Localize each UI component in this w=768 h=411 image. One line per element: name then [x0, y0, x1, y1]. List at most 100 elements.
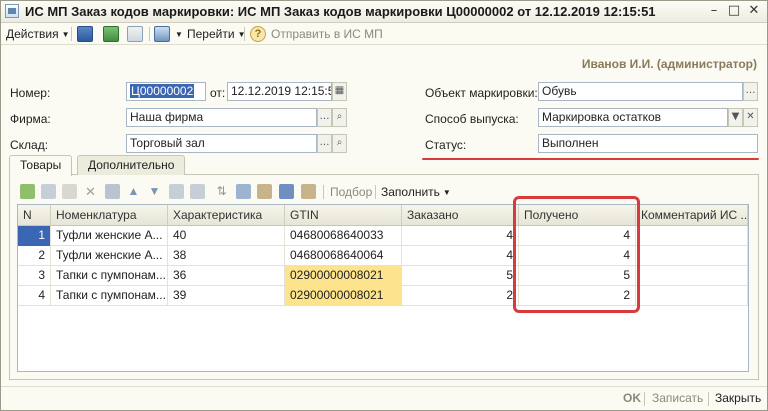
- firm-label: Фирма:: [10, 112, 51, 126]
- save-close-icon[interactable]: [77, 26, 93, 42]
- move-up-icon[interactable]: ▲: [126, 184, 141, 199]
- object-label: Объект маркировки:: [425, 86, 538, 100]
- warehouse-field[interactable]: Торговый зал: [126, 134, 317, 153]
- chevron-down-icon: ▼: [442, 188, 451, 197]
- refresh-icon[interactable]: [103, 26, 119, 42]
- copy-row-icon[interactable]: [41, 184, 56, 199]
- minimize-icon[interactable]: –: [705, 3, 723, 19]
- select-icon[interactable]: …: [743, 82, 758, 101]
- cell-gtin: 04680068640033: [285, 226, 402, 246]
- clear-icon[interactable]: ✕: [743, 108, 758, 127]
- copy-document-icon[interactable]: [127, 26, 143, 42]
- selection-button[interactable]: Подбор: [330, 184, 372, 200]
- column-header-ordered[interactable]: Заказано: [402, 205, 519, 226]
- date-field[interactable]: 12.12.2019 12:15:51: [227, 82, 332, 101]
- maximize-icon[interactable]: □: [725, 3, 743, 19]
- cell-gtin: 04680068640064: [285, 246, 402, 266]
- toolbar-divider: [71, 27, 72, 41]
- cell-ordered: 4: [402, 246, 519, 266]
- cell-ordered: 5: [402, 266, 519, 286]
- end-edit-icon[interactable]: [105, 184, 120, 199]
- toolbar-divider: [323, 185, 324, 199]
- column-header-comment[interactable]: Комментарий ИС ...: [636, 205, 748, 226]
- document-window: ИС МП Заказ кодов маркировки: ИС МП Зака…: [0, 0, 768, 411]
- cell-nomenclature: Тапки с пумпонам...: [51, 266, 168, 286]
- cell-comment: [636, 266, 748, 286]
- move-down-icon[interactable]: ▼: [147, 184, 162, 199]
- tab-additional[interactable]: Дополнительно: [77, 155, 186, 175]
- window-title: ИС МП Заказ кодов маркировки: ИС МП Зака…: [25, 4, 656, 19]
- toolbar-divider: [708, 392, 709, 406]
- send-to-is-mp-button[interactable]: Отправить в ИС МП: [271, 26, 383, 42]
- add-row-icon[interactable]: [20, 184, 35, 199]
- cell-characteristic: 38: [168, 246, 285, 266]
- select-icon[interactable]: …: [317, 108, 332, 127]
- annotation-underline: [422, 158, 759, 160]
- actions-menu[interactable]: Действия ▼: [6, 26, 70, 42]
- cell-characteristic: 39: [168, 286, 285, 306]
- close-button[interactable]: Закрыть: [715, 391, 761, 405]
- method-label: Способ выпуска:: [425, 112, 519, 126]
- based-on-icon[interactable]: [154, 26, 170, 42]
- warehouse-label: Склад:: [10, 138, 49, 152]
- object-field[interactable]: Обувь: [538, 82, 743, 101]
- bottom-bar: OK Записать Закрыть: [1, 386, 767, 410]
- cell-ordered: 2: [402, 286, 519, 306]
- column-header-n[interactable]: N: [18, 205, 51, 226]
- paste-icon[interactable]: [257, 184, 272, 199]
- cell-gtin: 02900000008021: [285, 266, 402, 286]
- copy-icon[interactable]: [236, 184, 251, 199]
- fill-menu[interactable]: Заполнить ▼: [381, 184, 451, 201]
- select-icon[interactable]: …: [317, 134, 332, 153]
- search-icon[interactable]: ⌕: [332, 108, 347, 127]
- firm-field[interactable]: Наша фирма: [126, 108, 317, 127]
- document-icon: [5, 4, 19, 18]
- edit-row-icon[interactable]: [62, 184, 77, 199]
- cell-n: 3: [18, 266, 51, 286]
- number-field[interactable]: Ц00000002: [126, 82, 206, 101]
- toolbar-divider: [244, 27, 245, 41]
- cell-gtin: 02900000008021: [285, 286, 402, 306]
- calendar-icon[interactable]: ▦: [332, 82, 347, 101]
- status-label: Статус:: [425, 138, 467, 152]
- cell-comment: [636, 246, 748, 266]
- column-header-gtin[interactable]: GTIN: [285, 205, 402, 226]
- chevron-down-icon: ▼: [61, 30, 70, 39]
- delete-row-icon[interactable]: ✕: [83, 184, 98, 199]
- cell-comment: [636, 226, 748, 246]
- goto-menu[interactable]: Перейти ▼: [187, 26, 245, 42]
- based-on-dropdown[interactable]: ▼: [172, 26, 183, 42]
- main-toolbar: Действия ▼ ▼ Перейти ▼ ? Отправить в ИС МП: [1, 23, 767, 45]
- column-header-characteristic[interactable]: Характеристика: [168, 205, 285, 226]
- date-label: от:: [210, 86, 226, 100]
- status-field: Выполнен: [538, 134, 758, 153]
- annotation-highlight-box: [513, 196, 640, 313]
- number-label: Номер:: [10, 86, 51, 100]
- title-bar[interactable]: ИС МП Заказ кодов маркировки: ИС МП Зака…: [1, 1, 767, 23]
- sort-alpha-icon[interactable]: ⇅: [214, 184, 229, 199]
- column-header-nomenclature[interactable]: Номенклатура: [51, 205, 168, 226]
- cell-n: 4: [18, 286, 51, 306]
- save-table-icon[interactable]: [279, 184, 294, 199]
- cell-nomenclature: Туфли женские А...: [51, 226, 168, 246]
- toolbar-divider: [375, 185, 376, 199]
- cell-nomenclature: Туфли женские А...: [51, 246, 168, 266]
- search-icon[interactable]: ⌕: [332, 134, 347, 153]
- save-button[interactable]: Записать: [652, 391, 703, 405]
- help-icon[interactable]: ?: [250, 26, 266, 42]
- sort-desc-icon[interactable]: [190, 184, 205, 199]
- ok-button[interactable]: OK: [623, 391, 641, 405]
- method-field[interactable]: Маркировка остатков: [538, 108, 728, 127]
- chevron-down-icon: ▼: [175, 30, 183, 39]
- toolbar-divider: [149, 27, 150, 41]
- tab-goods[interactable]: Товары: [9, 155, 73, 176]
- cell-n: 1: [18, 226, 51, 246]
- cell-comment: [636, 286, 748, 306]
- close-icon[interactable]: ✕: [745, 3, 763, 19]
- toolbar-divider: [644, 392, 645, 406]
- cell-characteristic: 40: [168, 226, 285, 246]
- sort-asc-icon[interactable]: [169, 184, 184, 199]
- dropdown-icon[interactable]: ▼: [728, 108, 743, 127]
- cell-n: 2: [18, 246, 51, 266]
- load-table-icon[interactable]: [301, 184, 316, 199]
